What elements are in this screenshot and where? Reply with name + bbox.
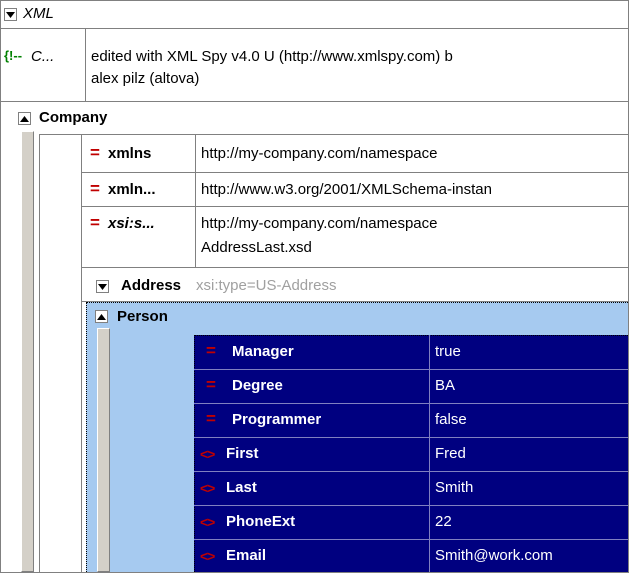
company-label: Company [39,109,108,126]
attribute-name: xmlns [108,145,152,162]
address-collapse-toggle[interactable] [96,280,109,293]
element-icon: <> [200,446,215,462]
element-icon: <> [200,548,215,564]
person-element-row[interactable]: <> Last Smith [194,471,628,505]
person-label: Person [117,308,168,325]
person-collapse-toggle[interactable] [95,310,108,323]
element-value: 22 [435,513,452,530]
attribute-name: Manager [232,343,294,360]
company-collapse-toggle[interactable] [18,112,31,125]
attribute-value: true [435,343,461,360]
xml-grid-view: XML {!-- C... edited with XML Spy v4.0 U… [0,0,629,573]
company-collapse-bar[interactable] [21,131,34,572]
attribute-icon: = [90,213,100,232]
person-attribute-row[interactable]: = Programmer false [194,403,628,437]
address-type-hint: xsi:type=US-Address [196,277,337,294]
comment-label: C... [31,48,55,65]
element-name: Last [226,479,257,496]
comment-icon: {!-- [4,48,23,63]
company-attribute-row[interactable]: = xmln... http://www.w3.org/2001/XMLSche… [82,173,628,207]
attribute-icon: = [206,341,216,360]
attribute-name: xsi:s... [108,215,155,232]
element-name: PhoneExt [226,513,296,530]
xml-collapse-toggle[interactable] [4,8,17,21]
person-element-row[interactable]: <> First Fred [194,437,628,471]
comment-row[interactable]: {!-- C... edited with XML Spy v4.0 U (ht… [1,29,628,101]
xml-root-label: XML [23,5,54,22]
attribute-name: Programmer [232,411,322,428]
person-element-row[interactable]: <> Email Smith@work.com [194,539,628,572]
company-attribute-row[interactable]: = xsi:s... http://my-company.com/namespa… [82,207,628,267]
attribute-icon: = [206,375,216,394]
address-label: Address [121,277,182,294]
attribute-value-line1: http://my-company.com/namespace [201,215,438,232]
element-icon: <> [200,480,215,496]
comment-text-line1: edited with XML Spy v4.0 U (http://www.x… [91,48,453,65]
person-attribute-row[interactable]: = Manager true [194,335,628,369]
attribute-value: http://www.w3.org/2001/XMLSchema-instan [201,181,492,198]
triangle-down-icon [6,11,15,18]
attribute-value-line2: AddressLast.xsd [201,239,312,256]
person-attribute-row[interactable]: = Degree BA [194,369,628,403]
attribute-icon: = [90,179,100,198]
company-attribute-row[interactable]: = xmlns http://my-company.com/namespace [82,135,628,173]
element-value: Fred [435,445,466,462]
attribute-value: false [435,411,467,428]
triangle-up-icon [20,115,29,122]
element-name: Email [226,547,267,564]
element-name: First [226,445,259,462]
comment-text-line2: alex pilz (altova) [91,70,200,87]
attribute-name: Degree [232,377,283,394]
person-collapse-bar[interactable] [97,328,110,572]
attribute-value: BA [435,377,456,394]
attribute-icon: = [206,409,216,428]
attribute-name: xmln... [108,181,156,198]
element-icon: <> [200,514,215,530]
element-value: Smith@work.com [435,547,553,564]
triangle-down-icon [98,283,107,290]
attribute-icon: = [90,143,100,162]
person-element-row[interactable]: <> PhoneExt 22 [194,505,628,539]
triangle-up-icon [97,313,106,320]
element-value: Smith [435,479,474,496]
attribute-value: http://my-company.com/namespace [201,145,438,162]
